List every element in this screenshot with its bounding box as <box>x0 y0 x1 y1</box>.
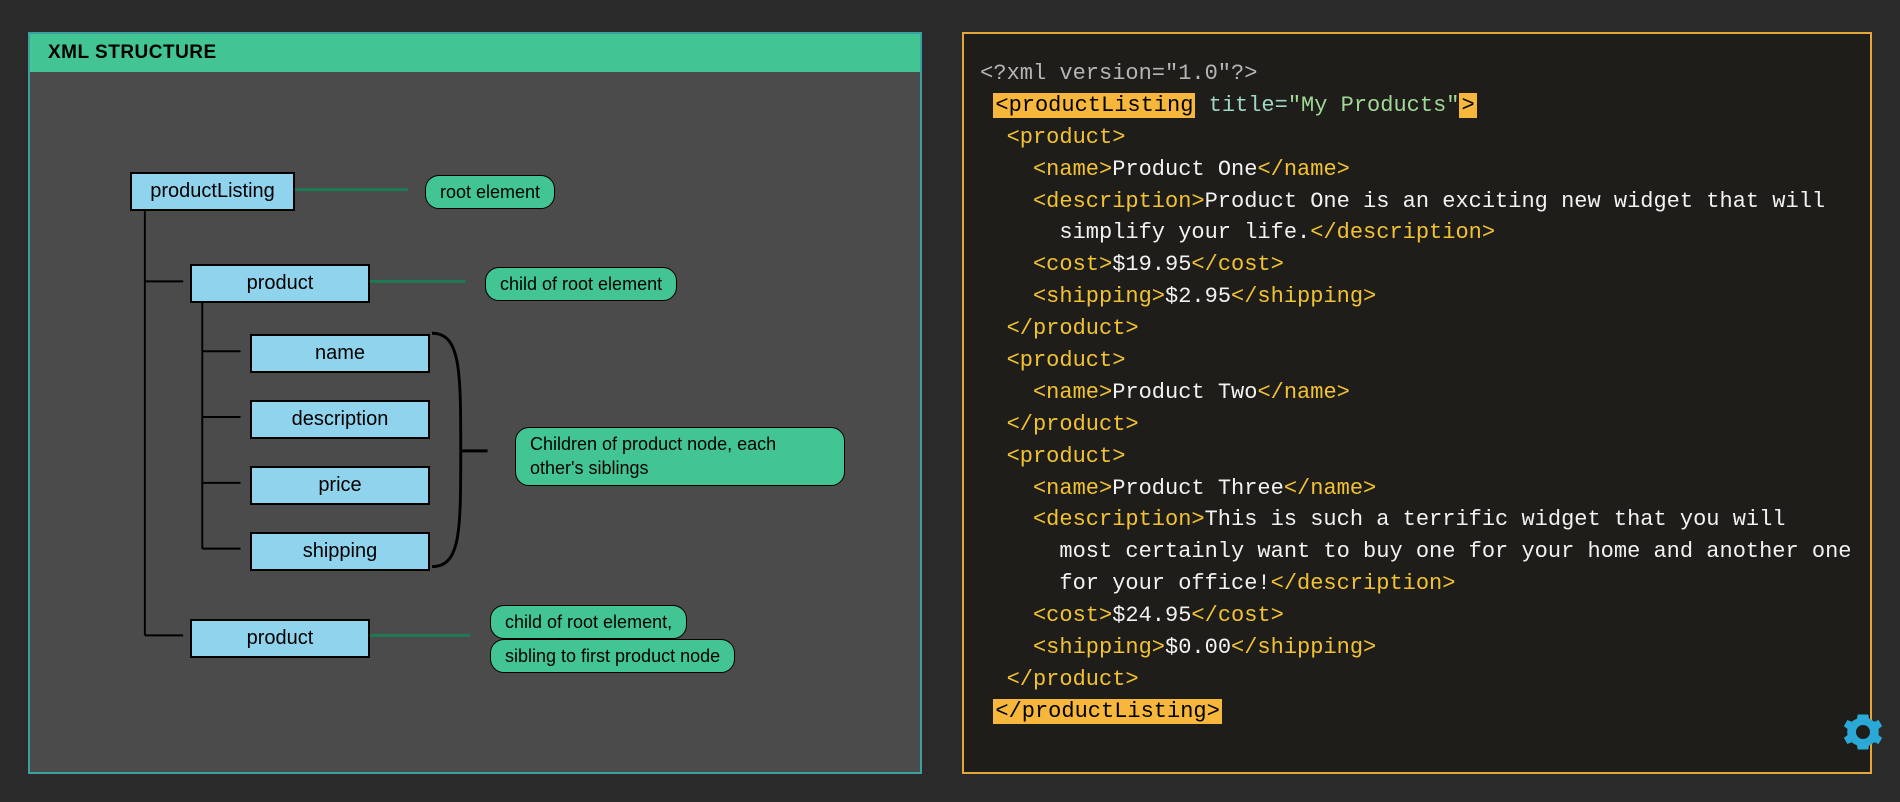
xml-root-attr-name: title= <box>1195 93 1287 118</box>
xml-root-open-end: > <box>1459 93 1476 118</box>
xml-p1-name-open: <name> <box>980 157 1112 182</box>
xml-p1-desc-t1: Product One is an exciting new widget th… <box>1205 189 1826 214</box>
annotation-product1: child of root element <box>485 267 677 301</box>
xml-structure-panel: XML STRUCTURE <box>28 32 922 774</box>
xml-p2-name-text: Product Two <box>1112 380 1257 405</box>
node-name: name <box>250 334 430 373</box>
xml-product3-close: </product> <box>980 667 1138 692</box>
xml-p1-cost-text: $19.95 <box>1112 252 1191 277</box>
xml-p3-ship-close: </shipping> <box>1231 635 1376 660</box>
xml-p3-ship-text: $0.00 <box>1165 635 1231 660</box>
node-product-2: product <box>190 619 370 658</box>
xml-declaration: <?xml version="1.0"?> <box>980 61 1257 86</box>
xml-p1-desc-close: </description> <box>1310 220 1495 245</box>
xml-p1-ship-open: <shipping> <box>980 284 1165 309</box>
xml-p3-name-close: </name> <box>1284 476 1376 501</box>
xml-root-close: </productListing> <box>993 699 1221 724</box>
tree-diagram: productListing product name description … <box>30 72 920 770</box>
xml-p3-cost-close: </cost> <box>1191 603 1283 628</box>
xml-p2-name-close: </name> <box>1257 380 1349 405</box>
xml-product1-open: <product> <box>980 125 1125 150</box>
xml-p3-desc-t2: most certainly want to buy one for your … <box>980 539 1851 564</box>
xml-p1-desc-t2: simplify your life. <box>980 220 1310 245</box>
xml-p2-name-open: <name> <box>980 380 1112 405</box>
xml-p1-cost-close: </cost> <box>1191 252 1283 277</box>
xml-root-open: <productListing <box>993 93 1195 118</box>
xml-p3-desc-close: </description> <box>1271 571 1456 596</box>
xml-p3-desc-t1: This is such a terrific widget that you … <box>1205 507 1786 532</box>
gear-icon <box>1842 711 1884 753</box>
annotation-children: Children of product node, each other's s… <box>515 427 845 486</box>
xml-p1-name-text: Product One <box>1112 157 1257 182</box>
annotation-product2a: child of root element, <box>490 605 687 639</box>
xml-product3-open: <product> <box>980 444 1125 469</box>
xml-p3-cost-open: <cost> <box>980 603 1112 628</box>
xml-p3-name-text: Product Three <box>1112 476 1284 501</box>
xml-product1-close: </product> <box>980 316 1138 341</box>
annotation-product2b: sibling to first product node <box>490 639 735 673</box>
xml-p3-desc-t3: for your office! <box>980 571 1270 596</box>
xml-product2-close: </product> <box>980 412 1138 437</box>
node-price: price <box>250 466 430 505</box>
node-description: description <box>250 400 430 439</box>
xml-p1-name-close: </name> <box>1257 157 1349 182</box>
xml-p1-desc-open: <description> <box>980 189 1204 214</box>
xml-p1-ship-close: </shipping> <box>1231 284 1376 309</box>
xml-p3-ship-open: <shipping> <box>980 635 1165 660</box>
xml-p3-desc-open: <description> <box>980 507 1204 532</box>
node-root: productListing <box>130 172 295 211</box>
xml-product2-open: <product> <box>980 348 1125 373</box>
node-product-1: product <box>190 264 370 303</box>
xml-code-panel: <?xml version="1.0"?> <productListing ti… <box>962 32 1872 774</box>
panel-title: XML STRUCTURE <box>30 34 920 72</box>
annotation-root: root element <box>425 175 555 209</box>
xml-root-attr-val: "My Products" <box>1288 93 1460 118</box>
node-shipping: shipping <box>250 532 430 571</box>
xml-p3-cost-text: $24.95 <box>1112 603 1191 628</box>
xml-p3-name-open: <name> <box>980 476 1112 501</box>
xml-p1-cost-open: <cost> <box>980 252 1112 277</box>
xml-p1-ship-text: $2.95 <box>1165 284 1231 309</box>
